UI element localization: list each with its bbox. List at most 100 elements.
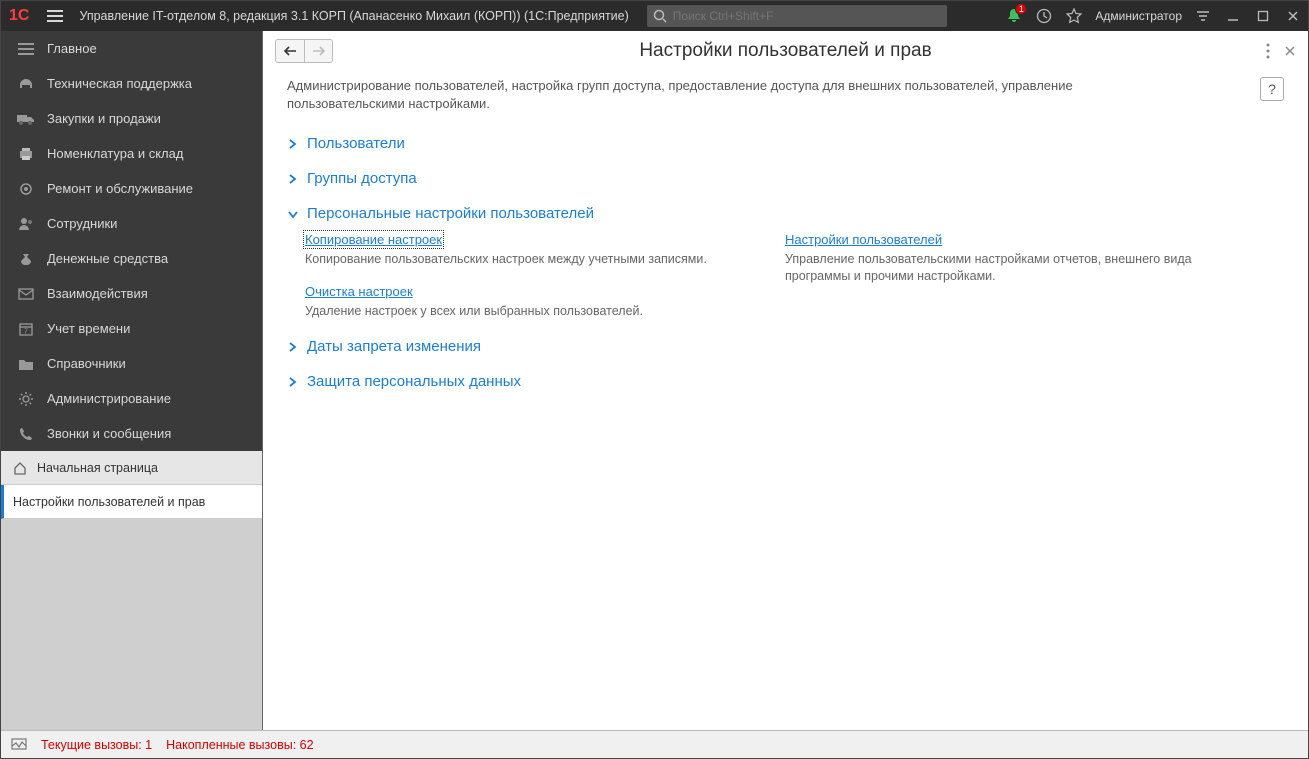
sidebar-item-reference[interactable]: Справочники: [1, 346, 262, 381]
headset-icon: [17, 76, 35, 92]
sidebar-item-support[interactable]: Техническая поддержка: [1, 66, 262, 101]
tab-user-settings[interactable]: Настройки пользователей и прав: [1, 485, 262, 519]
chevron-right-icon: [287, 341, 301, 353]
sidebar-item-label: Денежные средства: [47, 251, 168, 266]
window-minimize-button[interactable]: [1218, 1, 1248, 31]
clock-icon: [1036, 8, 1052, 24]
close-panel-button[interactable]: [1284, 45, 1296, 57]
arrow-left-icon: [283, 45, 297, 57]
kebab-icon: [1266, 43, 1270, 59]
tab-label: Начальная страница: [37, 461, 158, 475]
page-title: Настройки пользователей и прав: [263, 40, 1308, 62]
sidebar-item-employees[interactable]: Сотрудники: [1, 206, 262, 241]
sidebar-item-label: Закупки и продажи: [47, 111, 161, 126]
sidebar-item-label: Учет времени: [47, 321, 130, 336]
phone-icon: [17, 426, 35, 442]
performance-icon[interactable]: [11, 738, 27, 752]
window-title: Управление IT-отделом 8, редакция 3.1 КО…: [73, 9, 628, 23]
close-icon: [1287, 10, 1299, 22]
titlebar: 1C Управление IT-отделом 8, редакция 3.1…: [1, 1, 1308, 31]
chevron-right-icon: [287, 173, 301, 185]
link-clear-settings[interactable]: Очистка настроек: [305, 284, 413, 299]
chevron-right-icon: [287, 376, 301, 388]
money-bag-icon: [17, 251, 35, 267]
calendar-icon: 7: [17, 321, 35, 337]
sidebar-item-label: Звонки и сообщения: [47, 426, 171, 441]
chevron-down-icon: [287, 209, 301, 219]
notifications-button[interactable]: 1: [999, 1, 1029, 31]
sidebar-item-label: Администрирование: [47, 391, 171, 406]
section-personal[interactable]: Персональные настройки пользователей: [287, 199, 1284, 228]
tab-label: Настройки пользователей и прав: [13, 495, 205, 509]
nav-back-button[interactable]: [276, 40, 304, 62]
printer-icon: [17, 146, 35, 162]
window-close-button[interactable]: [1278, 1, 1308, 31]
sidebar-item-money[interactable]: Денежные средства: [1, 241, 262, 276]
current-user-label[interactable]: Администратор: [1089, 9, 1188, 23]
accumulated-calls-label: Накопленные вызовы: 62: [166, 738, 313, 752]
section-users[interactable]: Пользователи: [287, 129, 1284, 158]
arrow-right-icon: [312, 45, 326, 57]
section-label: Персональные настройки пользователей: [307, 205, 594, 222]
content-area: Настройки пользователей и прав ? Админис…: [263, 31, 1308, 730]
sidebar-item-purchases[interactable]: Закупки и продажи: [1, 101, 262, 136]
sidebar-item-label: Техническая поддержка: [47, 76, 192, 91]
notification-badge: 1: [1015, 3, 1027, 15]
more-menu-button[interactable]: [1266, 43, 1270, 59]
nav-forward-button[interactable]: [304, 40, 332, 62]
page-description: Администрирование пользователей, настрой…: [287, 77, 1187, 113]
truck-icon: [17, 112, 35, 126]
maximize-icon: [1257, 10, 1269, 22]
favorites-button[interactable]: [1059, 1, 1089, 31]
sidebar-item-interactions[interactable]: Взаимодействия: [1, 276, 262, 311]
minimize-icon: [1227, 10, 1239, 22]
sidebar-item-label: Номенклатура и склад: [47, 146, 183, 161]
section-label: Защита персональных данных: [307, 373, 521, 390]
content-toolbar: Настройки пользователей и прав: [263, 31, 1308, 71]
nav-buttons: [275, 39, 333, 63]
link-copy-settings[interactable]: Копирование настроек: [305, 232, 442, 247]
folder-icon: [17, 357, 35, 371]
sidebar-item-admin[interactable]: Администрирование: [1, 381, 262, 416]
app-logo-icon: 1C: [1, 7, 37, 25]
clear-settings-description: Удаление настроек у всех или выбранных п…: [305, 303, 745, 320]
window-maximize-button[interactable]: [1248, 1, 1278, 31]
envelope-icon: [17, 287, 35, 301]
global-search[interactable]: [647, 5, 947, 27]
section-label: Даты запрета изменения: [307, 338, 481, 355]
sidebar-item-label: Ремонт и обслуживание: [47, 181, 193, 196]
section-protection[interactable]: Защита персональных данных: [287, 367, 1284, 396]
history-button[interactable]: [1029, 1, 1059, 31]
sidebar-item-nomenclature[interactable]: Номенклатура и склад: [1, 136, 262, 171]
users-icon: [17, 216, 35, 232]
section-access-groups[interactable]: Группы доступа: [287, 164, 1284, 193]
status-bar: Текущие вызовы: 1 Накопленные вызовы: 62: [1, 730, 1308, 758]
lines-icon: [1196, 9, 1210, 23]
sidebar-item-label: Справочники: [47, 356, 126, 371]
tab-home[interactable]: Начальная страница: [1, 451, 262, 485]
sidebar-item-repair[interactable]: Ремонт и обслуживание: [1, 171, 262, 206]
panel-settings-button[interactable]: [1188, 1, 1218, 31]
gear-icon: [17, 391, 35, 407]
sidebar-item-label: Сотрудники: [47, 216, 117, 231]
search-icon: [653, 9, 667, 23]
sidebar-item-calls[interactable]: Звонки и сообщения: [1, 416, 262, 451]
section-label: Группы доступа: [307, 170, 417, 187]
search-input[interactable]: [673, 9, 941, 23]
section-dates[interactable]: Даты запрета изменения: [287, 332, 1284, 361]
lines-icon: [17, 42, 35, 56]
sidebar-item-main[interactable]: Главное: [1, 31, 262, 66]
copy-settings-description: Копирование пользовательских настроек ме…: [305, 251, 745, 268]
link-user-settings[interactable]: Настройки пользователей: [785, 232, 942, 247]
star-icon: [1066, 8, 1082, 24]
svg-text:7: 7: [24, 328, 28, 335]
section-label: Пользователи: [307, 135, 405, 152]
home-icon: [13, 461, 27, 475]
chevron-right-icon: [287, 138, 301, 150]
sidebar-item-label: Главное: [47, 41, 97, 56]
main-menu-button[interactable]: [37, 10, 73, 22]
wrench-icon: [17, 181, 35, 197]
sidebar-item-time[interactable]: 7 Учет времени: [1, 311, 262, 346]
user-settings-description: Управление пользовательскими настройками…: [785, 251, 1225, 285]
help-button[interactable]: ?: [1260, 77, 1284, 101]
